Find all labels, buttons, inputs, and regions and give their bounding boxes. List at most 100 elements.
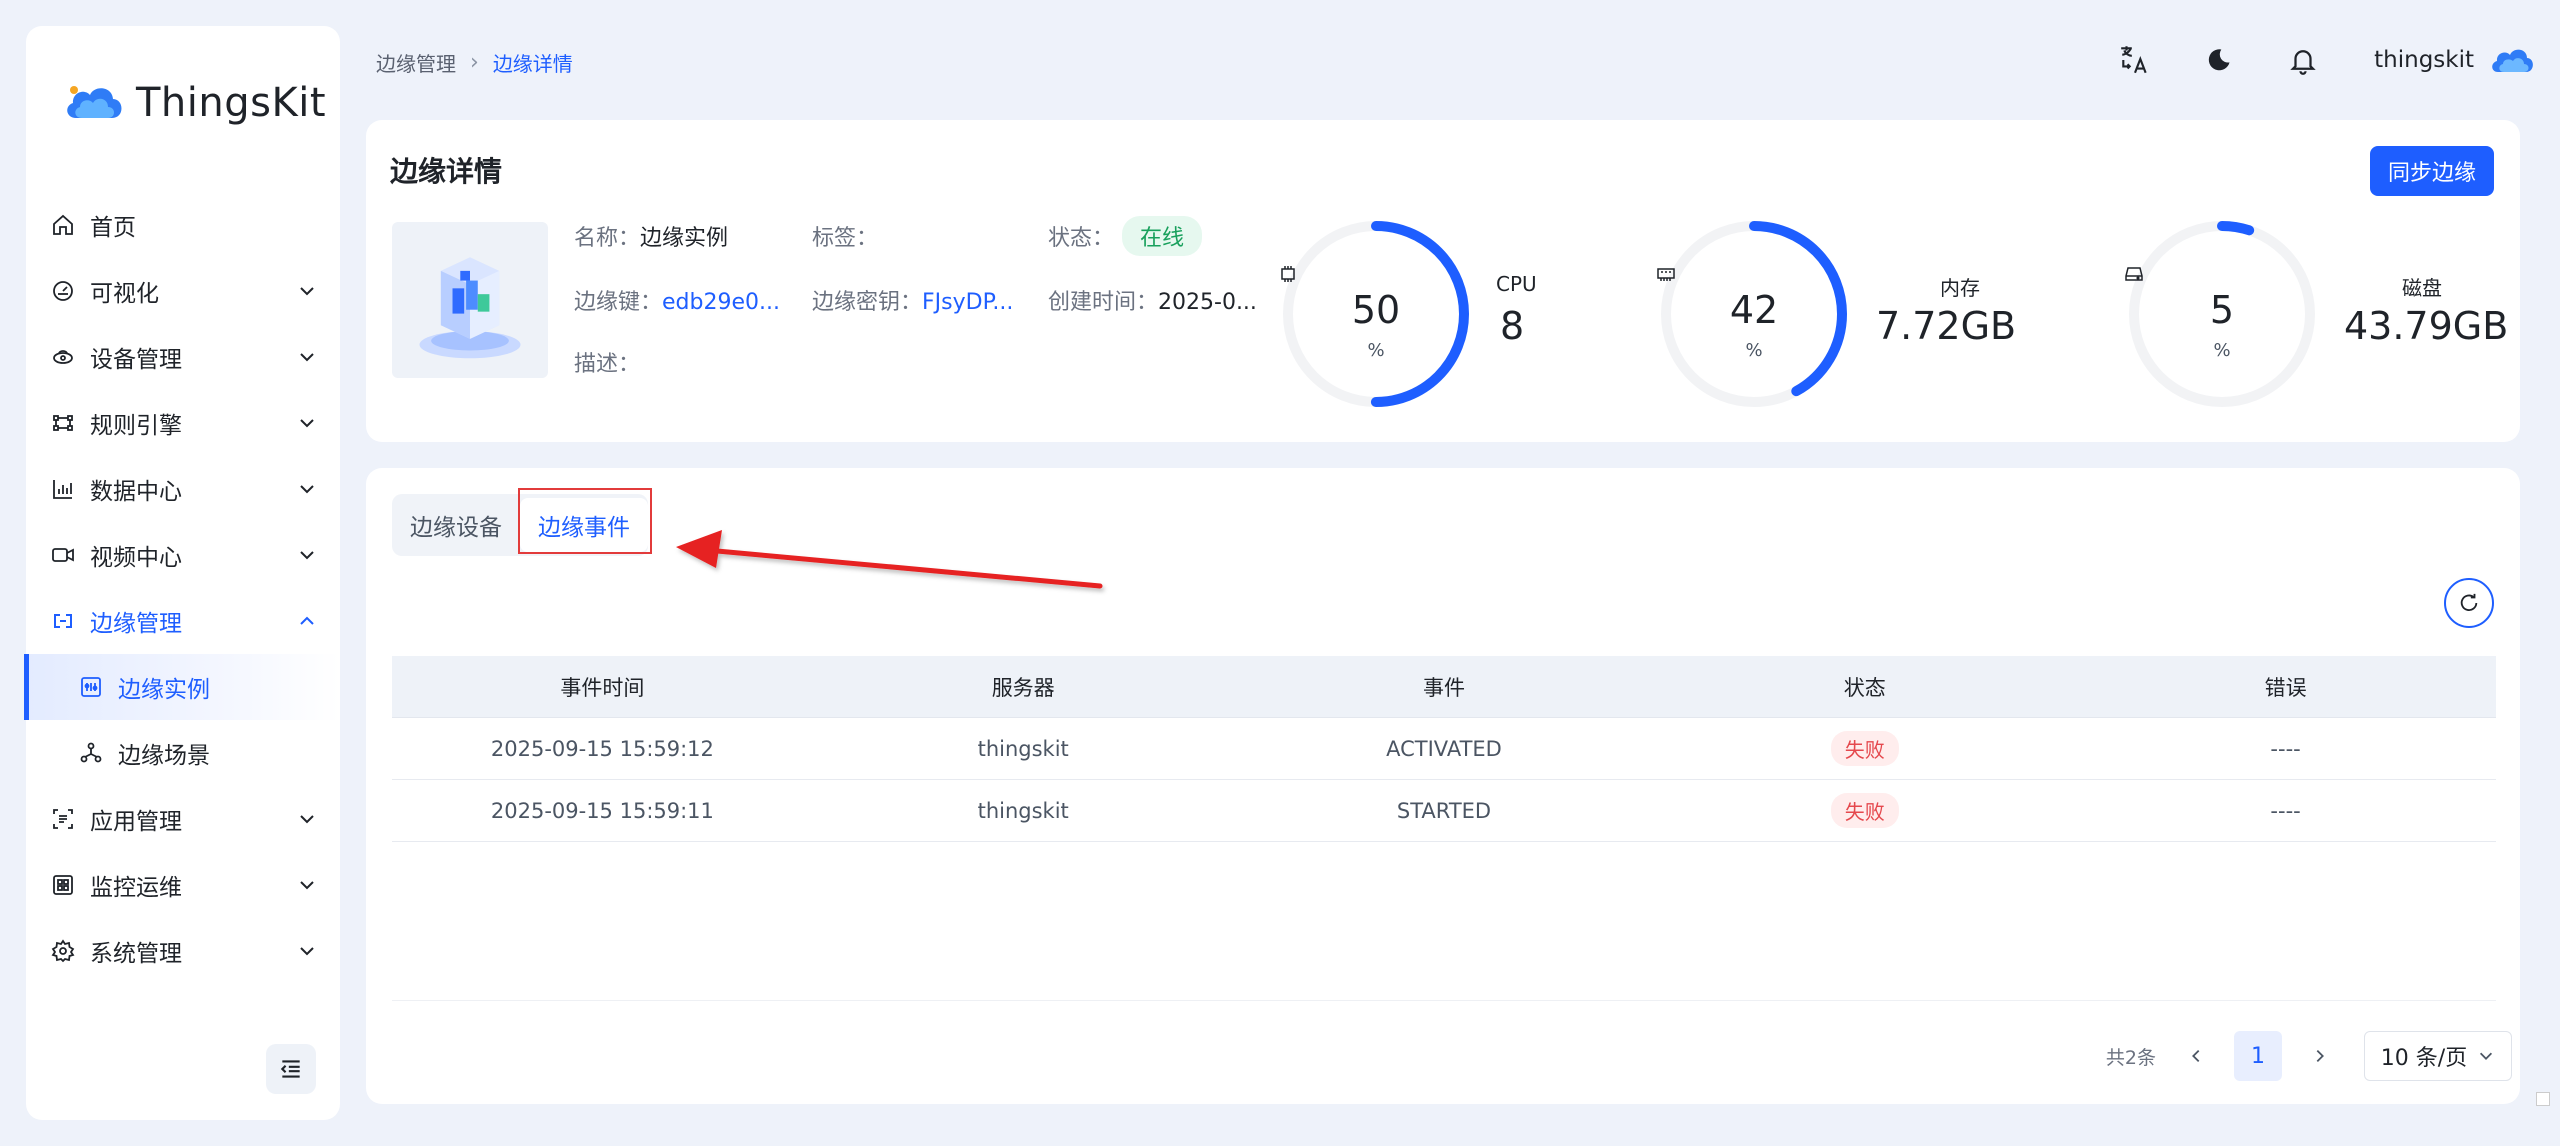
sidebar-item-apps[interactable]: 应用管理 [26,786,340,852]
secret-value[interactable]: FJsyDP... [922,290,1013,315]
sidebar-item-edge[interactable]: 边缘管理 [26,588,340,654]
prev-page-button[interactable] [2178,1038,2214,1074]
cell-error: ---- [2270,798,2301,823]
column-header-event-time[interactable]: 事件时间 [392,672,813,702]
created-label: 创建时间： [1048,290,1159,315]
disk-value: 43.79GB [2344,304,2509,348]
pagination: 共2条 1 10 条/页 [2106,1030,2512,1082]
sidebar-item-rules[interactable]: 规则引擎 [26,390,340,456]
video-icon [50,542,76,568]
app-name: ThingsKit [136,80,327,126]
rule-icon [50,410,76,436]
next-page-button[interactable] [2302,1038,2338,1074]
memory-gauge-unit: % [1745,340,1763,361]
edge-cube-icon [419,257,521,359]
dark-mode-icon[interactable] [2200,41,2238,79]
table-row[interactable]: 2025-09-15 15:59:12 thingskit ACTIVATED … [392,718,2496,780]
cloud-logo-icon [67,86,122,118]
cell-status: 失败 [1654,793,2075,828]
sidebar-item-label: 首页 [90,215,136,241]
description-label: 描述： [574,352,641,377]
status-badge: 在线 [1122,216,1203,256]
sidebar-item-label: 视频中心 [90,545,182,571]
table-row[interactable]: 2025-09-15 15:59:11 thingskit STARTED 失败… [392,780,2496,842]
chevron-down-icon [300,815,314,824]
cell-server: thingskit [977,736,1069,761]
pagination-total: 共2条 [2105,1046,2156,1069]
chevron-right-icon [2316,1049,2324,1063]
chart-icon [50,476,76,502]
cpu-label: CPU [1496,272,1537,296]
disk-gauge-value: 5 [2209,288,2235,332]
created-field: 创建时间：2025-0... [1048,284,1257,316]
instance-icon [78,674,104,700]
language-icon[interactable] [2116,41,2154,79]
sidebar: ThingsKit 首页 可视化 设备管理 规则引擎 数据中心 视频中心 边缘管… [24,26,340,1120]
notification-bell-icon[interactable] [2284,41,2322,79]
cell-event-time: 2025-09-15 15:59:12 [490,736,714,761]
chevron-down-icon [300,551,314,560]
column-header-event[interactable]: 事件 [1234,672,1655,702]
sidebar-item-label: 应用管理 [90,809,182,835]
app-icon [50,806,76,832]
edge-device-image [392,222,548,378]
edge-icon [50,608,76,634]
key-field: 边缘键：edb29e0... [574,284,780,316]
sidebar-item-video[interactable]: 视频中心 [26,522,340,588]
sidebar-item-edge-instance[interactable]: 边缘实例 [24,654,340,720]
tab-edge-devices[interactable]: 边缘设备 [392,494,520,556]
sidebar-item-label: 可视化 [90,281,159,307]
chevron-down-icon [300,419,314,428]
header-actions: thingskit [2070,38,2534,82]
sidebar-item-home[interactable]: 首页 [26,192,340,258]
tag-field: 标签： [812,220,878,252]
cpu-gauge-unit: % [1367,340,1385,361]
column-header-status[interactable]: 状态 [1654,672,2075,702]
sidebar-menu: 首页 可视化 设备管理 规则引擎 数据中心 视频中心 边缘管理 边缘实例 边缘场… [24,192,340,984]
column-header-server[interactable]: 服务器 [813,672,1234,702]
disk-gauge-unit: % [2213,340,2231,361]
sidebar-item-data-center[interactable]: 数据中心 [26,456,340,522]
tag-label: 标签： [812,226,879,251]
collapse-sidebar-button[interactable] [266,1044,316,1094]
page-title: 边缘详情 [390,155,503,188]
username[interactable]: thingskit [2374,47,2474,73]
status-badge: 失败 [1830,793,1899,828]
sidebar-item-system[interactable]: 系统管理 [26,918,340,984]
key-label: 边缘键： [574,290,663,315]
cell-event-time: 2025-09-15 15:59:11 [490,798,714,823]
sidebar-item-label: 系统管理 [90,941,182,967]
cpu-value: 8 [1500,304,1525,348]
key-value[interactable]: edb29e0... [662,290,780,315]
name-label: 名称： [574,226,641,251]
status-label: 状态： [1048,226,1115,251]
refresh-button[interactable] [2444,578,2494,628]
device-icon [50,344,76,370]
dashboard-icon [50,278,76,304]
chevron-down-icon [300,947,314,956]
cpu-gauge-value: 50 [1351,288,1401,332]
cell-status: 失败 [1654,731,2075,766]
breadcrumb-separator-icon: › [470,50,479,75]
logo[interactable]: ThingsKit [62,70,326,136]
sync-edge-button[interactable]: 同步边缘 [2370,146,2494,196]
settings-icon [50,938,76,964]
sidebar-item-label: 监控运维 [90,875,182,901]
page-size-select[interactable]: 10 条/页 [2364,1031,2512,1081]
monitor-icon [50,872,76,898]
column-header-error[interactable]: 错误 [2075,672,2496,702]
sidebar-item-edge-scene[interactable]: 边缘场景 [26,720,340,786]
sidebar-item-monitoring[interactable]: 监控运维 [26,852,340,918]
chevron-up-icon [300,616,314,625]
avatar[interactable] [2490,42,2534,78]
status-badge: 失败 [1830,731,1899,766]
chevron-down-icon [300,485,314,494]
table-header: 事件时间 服务器 事件 状态 错误 [392,656,2496,718]
page-number-button[interactable]: 1 [2234,1031,2282,1081]
breadcrumb-parent[interactable]: 边缘管理 [376,48,456,77]
refresh-icon [2460,593,2478,612]
menu-fold-icon [280,1060,300,1078]
sidebar-item-visualization[interactable]: 可视化 [26,258,340,324]
sidebar-item-devices[interactable]: 设备管理 [26,324,340,390]
memory-gauge-value: 42 [1729,288,1779,332]
